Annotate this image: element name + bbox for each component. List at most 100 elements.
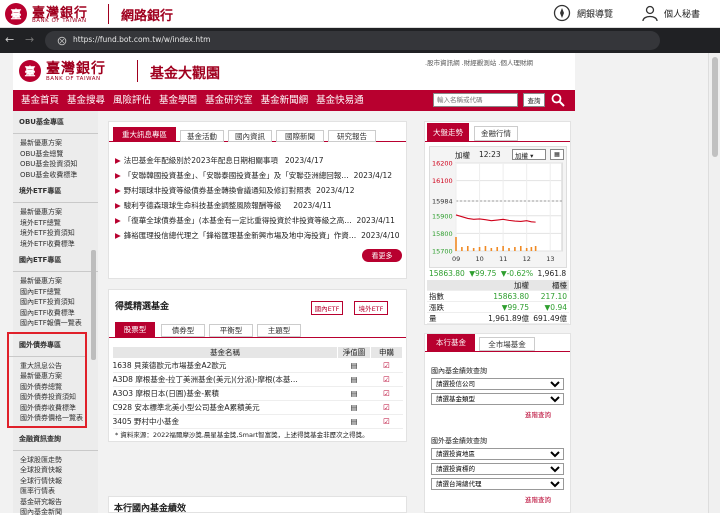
region-select[interactable]: 請選投資地區 xyxy=(431,448,564,460)
back-arrow-icon[interactable]: ← xyxy=(5,33,14,46)
left-link[interactable]: 國外債券總覽 xyxy=(9,382,85,393)
fund-search-input[interactable] xyxy=(433,93,518,107)
left-link[interactable]: 最新優惠方案 xyxy=(13,207,98,218)
tab-financial-quotes[interactable]: 金融行情 xyxy=(474,126,518,141)
left-link[interactable]: 國外債券投資須知 xyxy=(9,392,85,403)
domestic-etf-link[interactable]: 國內ETF xyxy=(311,301,343,315)
advanced-query-link-2[interactable]: 進階查詢 xyxy=(525,494,551,504)
nav-chart-icon[interactable]: ▤ xyxy=(337,414,371,429)
left-link[interactable]: 最新優惠方案 xyxy=(13,138,98,149)
left-link[interactable]: OBU基金總覽 xyxy=(13,149,98,160)
netbank-guide-link[interactable]: 網銀導覽 xyxy=(553,4,613,22)
tab-major-news[interactable]: 重大訊息專區 xyxy=(113,127,176,142)
tab-bond[interactable]: 債券型 xyxy=(161,324,205,337)
news-item[interactable]: ▶ 鋒裕匯理投信總代理之「鋒裕匯理基金新興市場及地中海投資」作資… 2023/4/… xyxy=(115,228,405,243)
left-link[interactable]: 國內基金新聞 xyxy=(13,507,98,518)
left-link[interactable]: 最新優惠方案 xyxy=(9,371,85,382)
tab-fund-events[interactable]: 基金活動 xyxy=(180,130,224,142)
tab-thematic[interactable]: 主題型 xyxy=(257,324,301,337)
news-item[interactable]: ▶ 野村環球非投資等級債券基金轉換會議通知及修訂對照表 2023/4/12 xyxy=(115,183,405,198)
foreign-etf-link[interactable]: 境外ETF xyxy=(354,301,388,315)
table-row: 指數 15863.80 217.10 xyxy=(427,291,569,302)
left-link[interactable]: 國內ETF收費標準 xyxy=(13,308,98,319)
target-select[interactable]: 請選投資標的 xyxy=(431,463,564,475)
nav-chart-icon[interactable]: ▤ xyxy=(337,400,371,415)
chart-y-tick-label: 15984 xyxy=(432,198,453,206)
left-link[interactable]: 國外債券收費標準 xyxy=(9,403,85,414)
market-table-header: 加權 櫃檯 xyxy=(427,280,569,291)
tab-equity[interactable]: 股票型 xyxy=(115,322,155,337)
left-link[interactable]: 國內ETF報價一覽表 xyxy=(13,318,98,329)
tab-all-market-funds[interactable]: 全市場基金 xyxy=(479,337,535,351)
subscribe-icon[interactable]: ☑ xyxy=(370,400,403,415)
forward-arrow-icon[interactable]: → xyxy=(25,33,34,46)
tab-balanced[interactable]: 平衡型 xyxy=(209,324,253,337)
tab-domestic-info[interactable]: 國內資訊 xyxy=(228,130,272,142)
subscribe-icon[interactable]: ☑ xyxy=(370,372,403,387)
nav-chart-icon[interactable]: ▤ xyxy=(337,358,371,373)
fund-type-select[interactable]: 請選基金類型 xyxy=(431,393,564,405)
nav-fund-research[interactable]: 基金研究室 xyxy=(201,90,257,111)
news-item[interactable]: ▶ 法巴基金年配級別於2023年配息日期相關事項 2023/4/17 xyxy=(115,153,405,168)
fund-name[interactable]: C928 安本標準北美小型公司基金A累積美元 xyxy=(112,400,338,415)
fund-name[interactable]: 1638 貝萊德歐元市場基金A2歐元 xyxy=(112,358,338,373)
news-item[interactable]: ▶ 「安聯韓國投資基金」、「安聯泰國投資基金」及「安聯亞洲總回報… 2023/4/… xyxy=(115,168,405,183)
left-link[interactable]: 境外ETF收費標準 xyxy=(13,239,98,250)
nav-fund-express[interactable]: 基金快易通 xyxy=(312,90,368,111)
left-link[interactable]: 匯率行情表 xyxy=(13,486,98,497)
left-section-title[interactable]: 國內ETF專區 xyxy=(13,249,98,272)
nav-fund-home[interactable]: 基金首頁 xyxy=(17,90,63,111)
distributor-select[interactable]: 請選台灣總代理 xyxy=(431,478,564,490)
personal-secretary-link[interactable]: 個人秘書 xyxy=(641,4,700,22)
nav-risk-assessment[interactable]: 風險評估 xyxy=(109,90,155,111)
fund-company-select[interactable]: 請選投信公司 xyxy=(431,378,564,390)
nav-chart-icon[interactable]: ▤ xyxy=(337,372,371,387)
tab-intl-news[interactable]: 國際新聞 xyxy=(276,130,324,142)
subscribe-icon[interactable]: ☑ xyxy=(370,414,403,429)
news-more-button[interactable]: 看更多 xyxy=(362,249,402,262)
news-item[interactable]: ▶ 駿利亨德森環球生命科技基金調整風險報酬等級 2023/4/11 xyxy=(115,198,405,213)
left-section-title[interactable]: 境外ETF專區 xyxy=(13,180,98,203)
tab-research-reports[interactable]: 研究報告 xyxy=(328,130,376,142)
left-link[interactable]: 國內ETF投資須知 xyxy=(13,297,98,308)
page-scrollbar-thumb[interactable] xyxy=(712,57,718,157)
chart-volume-bar xyxy=(534,246,537,251)
search-button[interactable]: 查詢 xyxy=(523,93,545,107)
news-item[interactable]: ▶ 「復華全球債券基金」(本基金有一定比重得投資於非投資等級之高… 2023/4/… xyxy=(115,213,405,228)
left-link[interactable]: 國外債券價格一覽表 xyxy=(9,413,85,424)
left-link[interactable]: 境外ETF投資須知 xyxy=(13,228,98,239)
nav-fund-search[interactable]: 基金搜尋 xyxy=(63,90,109,111)
fund-name[interactable]: A3D8 摩根基金-拉丁美洲基金(美元)(分派)-摩根(本基… xyxy=(112,372,338,387)
subscribe-icon[interactable]: ☑ xyxy=(370,386,403,401)
site-top-links[interactable]: .股市資訊網 .財經觀測站 .個人理財網 xyxy=(425,57,533,67)
advanced-query-link[interactable]: 進階查詢 xyxy=(525,409,551,419)
left-link[interactable]: OBU基金投資須知 xyxy=(13,159,98,170)
tab-bank-funds[interactable]: 本行基金 xyxy=(427,334,475,351)
header-otc: 櫃檯 xyxy=(552,280,567,290)
left-section-title[interactable]: OBU基金專區 xyxy=(13,111,98,134)
main-nav: 基金首頁基金搜尋風險評估基金學園基金研究室基金新聞網基金快易通 查詢 xyxy=(13,90,575,111)
left-link[interactable]: 最新優惠方案 xyxy=(13,276,98,287)
address-bar[interactable]: https://fund.bot.com.tw/w/index.htm xyxy=(45,31,660,50)
left-link[interactable]: 重大訊息公告 xyxy=(9,361,85,372)
search-icon[interactable] xyxy=(551,93,565,107)
left-link[interactable]: 全球投資快報 xyxy=(13,465,98,476)
tab-market-trend[interactable]: 大盤走勢 xyxy=(427,123,469,141)
left-section-title[interactable]: 國外債券專區 xyxy=(9,334,85,357)
left-link[interactable]: 基金研究報告 xyxy=(13,497,98,508)
nav-fund-academy[interactable]: 基金學園 xyxy=(155,90,201,111)
nav-fund-news[interactable]: 基金新聞網 xyxy=(257,90,313,111)
fund-name[interactable]: 3405 野村中小基金 xyxy=(112,414,338,429)
page-scrollbar[interactable] xyxy=(708,53,720,513)
left-link[interactable]: 全球股匯走勢 xyxy=(13,455,98,466)
left-link[interactable]: 全球行情快報 xyxy=(13,476,98,487)
left-section-obu: OBU基金專區 最新優惠方案 OBU基金總覽 OBU基金投資須知 OBU基金收費… xyxy=(13,111,98,180)
left-link[interactable]: OBU基金收費標準 xyxy=(13,170,98,181)
left-link[interactable]: 國內ETF總覽 xyxy=(13,287,98,298)
nav-chart-icon[interactable]: ▤ xyxy=(337,386,371,401)
subscribe-icon[interactable]: ☑ xyxy=(370,358,403,373)
left-panel-scrollbar[interactable] xyxy=(91,250,96,360)
fund-name[interactable]: A3O3 摩根日本(日圓)基金-累積 xyxy=(112,386,338,401)
left-link[interactable]: 境外ETF總覽 xyxy=(13,218,98,229)
left-section-title[interactable]: 金融資訊查詢 xyxy=(13,428,98,451)
